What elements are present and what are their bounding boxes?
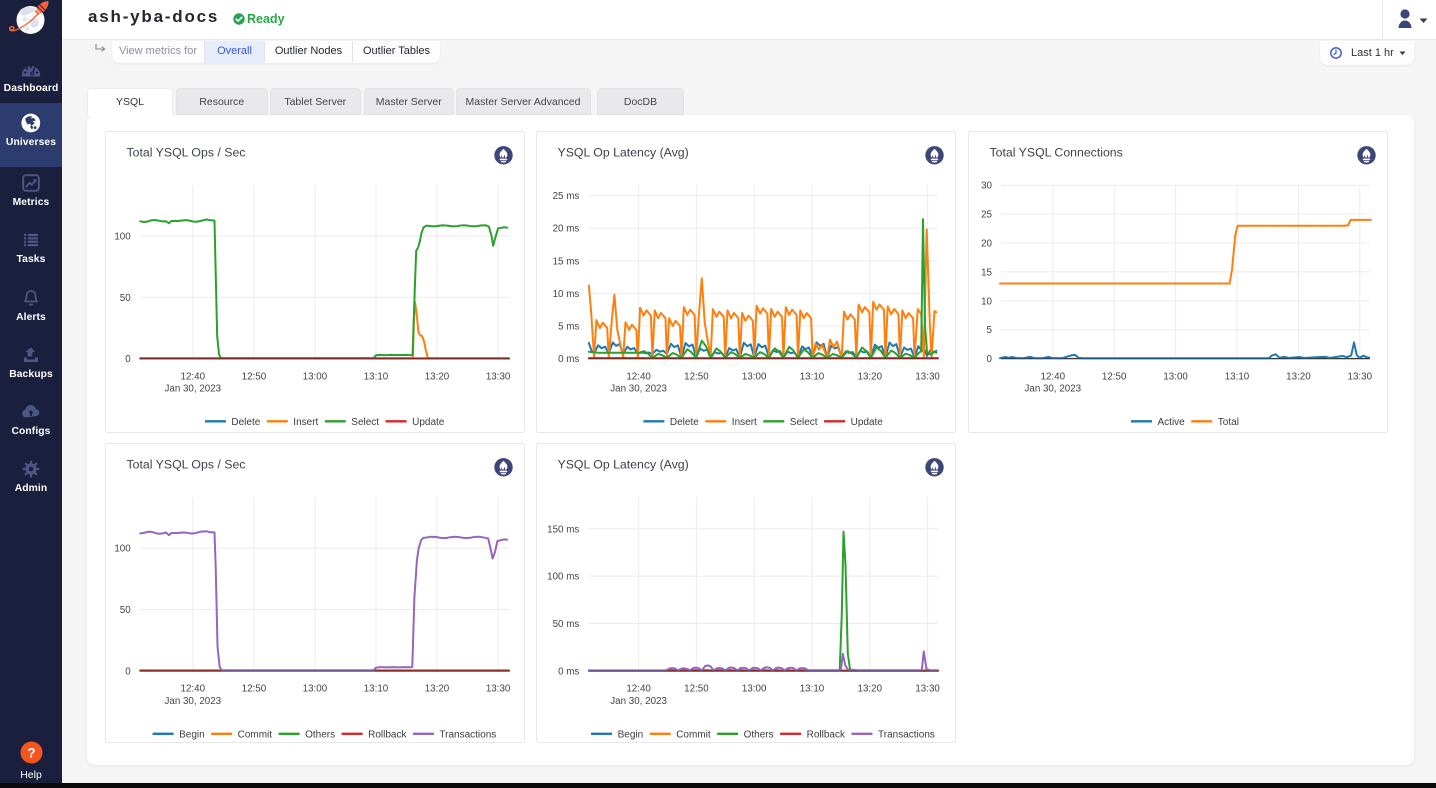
svg-text:?: ?: [27, 745, 35, 760]
